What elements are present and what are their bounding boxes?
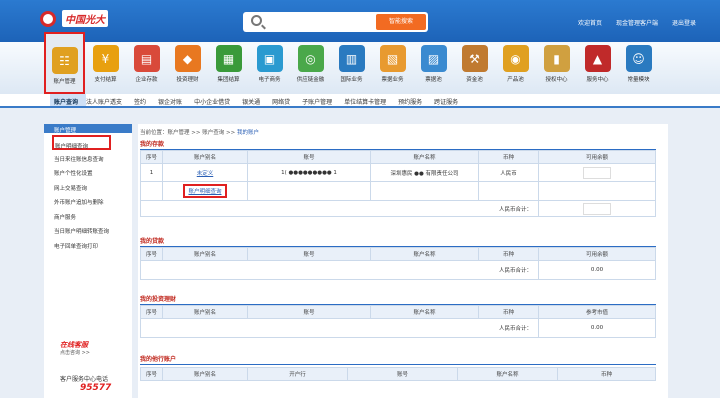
module-icon: ⚒: [461, 45, 488, 72]
module-icon-bar: ☷ 账户管理 ¥ 支付结算 ▤ 企业存款 ◆ 投资理财 ▦ 集团结算 ▣ 电子商务 ◎ 供应链金融 ▥ 国际业…: [0, 32, 720, 94]
module-3[interactable]: ◆ 投资理财: [167, 42, 208, 94]
module-11[interactable]: ◉ 产品池: [495, 42, 536, 94]
module-icon: ▧: [379, 45, 406, 72]
sidebar-item[interactable]: 当日来往账信息查询: [44, 150, 132, 165]
module-icon: ▣: [256, 45, 283, 72]
account-alias-link[interactable]: 未定义: [197, 171, 214, 177]
module-label: 授权中心: [545, 77, 568, 83]
subnav-item[interactable]: 账户查询: [50, 94, 87, 106]
deposit-total-field: [583, 202, 611, 215]
subnav-item[interactable]: 银企对账: [158, 94, 194, 106]
online-service-sub[interactable]: 点击咨询 >>: [60, 349, 90, 356]
module-icon: ▥: [338, 45, 365, 72]
logo-icon: [40, 10, 56, 27]
subnav-item[interactable]: 网络贷: [272, 94, 302, 106]
sub-navigation: 账户查询 法人账户透支 签约 银企对账 中小企业借贷 银关通 网络贷 子账户管理 单位结算卡管理…: [0, 94, 720, 108]
module-2[interactable]: ▤ 企业存款: [126, 42, 167, 94]
left-sidebar: 账户管理 账户明细查询 当日来往账信息查询 账户个性化设置 网上交易查询 外币账…: [44, 124, 132, 398]
invest-table: 序号 账户别名 账号 账户名称 币种 参考市值 人民币合计： 0.00: [140, 305, 656, 338]
balance-field: [583, 166, 611, 179]
module-icon: ◉: [502, 45, 529, 72]
module-label: 供应链金融: [296, 77, 325, 83]
sidebar-item[interactable]: 外币账户追加与删除: [44, 193, 132, 208]
account-detail-query-link[interactable]: 账户明细查询: [188, 189, 221, 195]
module-icon: ☺: [625, 45, 652, 72]
subnav-item[interactable]: 预约服务: [398, 94, 434, 106]
sidebar-item[interactable]: 商户服务: [44, 208, 132, 223]
module-10[interactable]: ⚒ 资金池: [454, 42, 495, 94]
module-label: 产品池: [507, 77, 524, 83]
module-label: 票据池: [425, 77, 442, 83]
subnav-item[interactable]: 单位结算卡管理: [344, 94, 398, 106]
module-label: 集团结算: [217, 77, 240, 83]
module-label: 国际业务: [340, 77, 363, 83]
module-label: 资金池: [466, 77, 483, 83]
module-icon: ▲: [584, 45, 611, 72]
deposit-section-title: 我的存款: [140, 139, 656, 150]
loan-section-title: 我的贷款: [140, 236, 656, 247]
module-icon: ¥: [92, 45, 119, 72]
module-icon: ▦: [215, 45, 242, 72]
subnav-item[interactable]: 签约: [134, 94, 158, 106]
agent-table: 序号 账户别名 开户行 账号 账户名称 币种: [140, 367, 656, 381]
module-label: 常量模块: [627, 77, 650, 83]
subnav-item[interactable]: 中小企业借贷: [194, 94, 242, 106]
link-logout[interactable]: 退出登录: [672, 18, 696, 27]
module-label: 电子商务: [258, 77, 281, 83]
subnav-item[interactable]: 跨证服务: [434, 94, 470, 106]
sidebar-item[interactable]: 账户个性化设置: [44, 164, 132, 179]
module-label: 票据业务: [381, 77, 404, 83]
link-home[interactable]: 欢迎首页: [578, 18, 602, 27]
subnav-item[interactable]: 法人账户透支: [86, 94, 134, 106]
sidebar-item[interactable]: 当日账户明细转账查询: [44, 222, 132, 237]
main-content: 当前位置：账户管理 >> 账户查询 >> 我的账户 我的存款 序号 账户别名 账号账…: [138, 124, 668, 398]
module-1[interactable]: ¥ 支付结算: [85, 42, 126, 94]
invest-section-title: 我的投资理财: [140, 294, 656, 305]
module-7[interactable]: ▥ 国际业务: [331, 42, 372, 94]
smart-search-button[interactable]: 智能搜索: [376, 14, 426, 30]
module-label: 账户管理: [53, 79, 76, 85]
sidebar-item-account-detail[interactable]: 账户明细查询: [52, 135, 111, 150]
module-5[interactable]: ▣ 电子商务: [249, 42, 290, 94]
module-label: 服务中心: [586, 77, 609, 83]
module-icon: ▮: [543, 45, 570, 72]
subnav-item[interactable]: 银关通: [242, 94, 272, 106]
top-links: 欢迎首页 现金管理客户端 退出登录: [578, 18, 696, 27]
module-13[interactable]: ▲ 服务中心: [577, 42, 618, 94]
module-icon: ▤: [133, 45, 160, 72]
search-box[interactable]: 智能搜索: [243, 12, 428, 32]
hotline-number: 95577: [80, 383, 112, 393]
module-icon: ◆: [174, 45, 201, 72]
sidebar-item[interactable]: 网上交易查询: [44, 179, 132, 194]
module-icon: ◎: [297, 45, 324, 72]
deposit-table: 序号 账户别名 账号 账户名称 币种 可用余额 1 未定义 1( ●●●●●●●●● 1 …: [140, 150, 656, 217]
sidebar-header: 账户管理: [44, 124, 132, 134]
breadcrumb: 当前位置：账户管理 >> 账户查询 >> 我的账户: [140, 130, 259, 136]
module-6[interactable]: ◎ 供应链金融: [290, 42, 331, 94]
search-icon: [251, 15, 262, 26]
module-label: 企业存款: [135, 77, 158, 83]
link-client[interactable]: 现金管理客户端: [616, 18, 658, 27]
top-banner: 中国光大 智能搜索 欢迎首页 现金管理客户端 退出登录: [0, 0, 720, 42]
module-icon: ▨: [420, 45, 447, 72]
bank-logo[interactable]: 中国光大: [40, 10, 108, 27]
module-12[interactable]: ▮ 授权中心: [536, 42, 577, 94]
module-label: 投资理财: [176, 77, 199, 83]
module-0[interactable]: ☷ 账户管理: [44, 32, 85, 94]
module-9[interactable]: ▨ 票据池: [413, 42, 454, 94]
module-4[interactable]: ▦ 集团结算: [208, 42, 249, 94]
sidebar-item[interactable]: 电子回单查询打印: [44, 237, 132, 252]
module-label: 支付结算: [94, 77, 117, 83]
agent-section-title: 我的他行账户: [140, 354, 656, 365]
module-14[interactable]: ☺ 常量模块: [618, 42, 659, 94]
subnav-item[interactable]: 子账户管理: [302, 94, 344, 106]
hotline-label: 客户服务中心电话: [60, 376, 109, 383]
loan-table: 序号 账户别名 账号 账户名称 币种 可用余额 人民币合计： 0.00: [140, 247, 656, 280]
module-8[interactable]: ▧ 票据业务: [372, 42, 413, 94]
module-icon: ☷: [51, 47, 78, 74]
